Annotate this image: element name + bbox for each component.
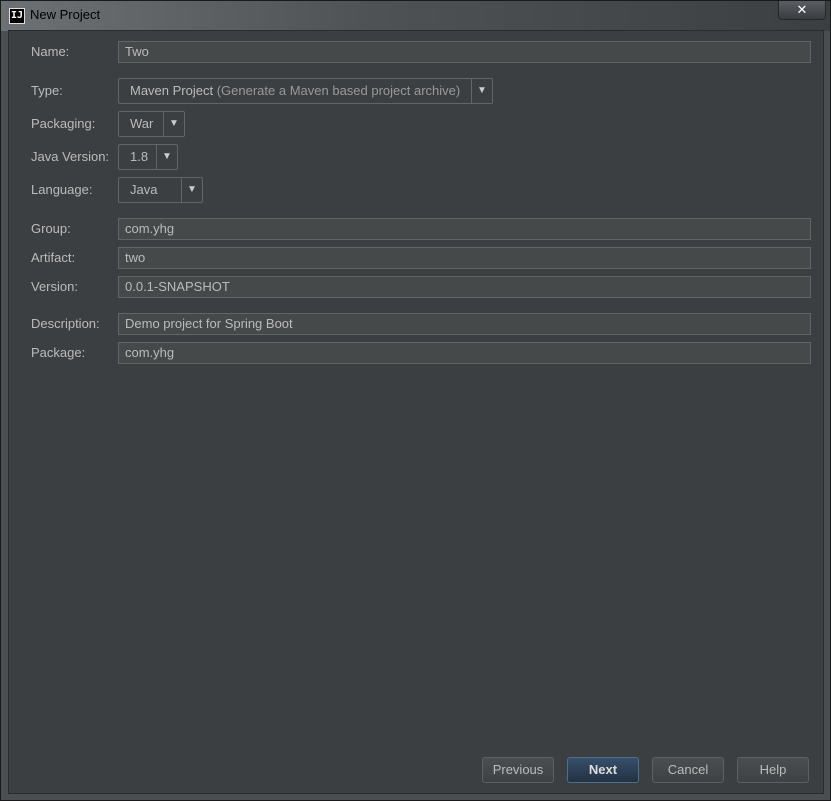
close-button[interactable]: ✕ [778, 1, 826, 20]
intellij-icon: IJ [9, 8, 25, 24]
chevron-down-icon[interactable]: ▼ [471, 79, 492, 103]
version-label: Version: [31, 279, 78, 294]
new-project-dialog: IJ New Project ✕ Name: Two Type: Maven P… [0, 0, 831, 801]
help-button[interactable]: Help [737, 757, 809, 783]
packaging-dropdown[interactable]: War ▼ [118, 111, 185, 137]
title-bar[interactable]: IJ New Project ✕ [1, 1, 830, 31]
package-field[interactable]: com.yhg [118, 342, 811, 364]
packaging-label: Packaging: [31, 116, 96, 131]
artifact-label: Artifact: [31, 250, 76, 265]
group-field[interactable]: com.yhg [118, 218, 811, 240]
cancel-button[interactable]: Cancel [652, 757, 724, 783]
language-label: Language: [31, 182, 93, 197]
name-label: Name: [31, 44, 70, 59]
dialog-content: Name: Two Type: Maven Project (Generate … [8, 30, 824, 794]
chevron-down-icon[interactable]: ▼ [156, 145, 177, 169]
type-value: Maven Project (Generate a Maven based pr… [130, 83, 461, 98]
description-label: Description: [31, 316, 100, 331]
name-field[interactable]: Two [118, 41, 811, 63]
java-version-dropdown[interactable]: 1.8 ▼ [118, 144, 178, 170]
type-dropdown[interactable]: Maven Project (Generate a Maven based pr… [118, 78, 493, 104]
java-version-value: 1.8 [130, 149, 149, 164]
package-label: Package: [31, 345, 86, 360]
close-icon: ✕ [796, 2, 808, 17]
group-label: Group: [31, 221, 71, 236]
chevron-down-icon[interactable]: ▼ [181, 178, 202, 202]
next-button[interactable]: Next [567, 757, 639, 783]
language-dropdown[interactable]: Java ▼ [118, 177, 203, 203]
chevron-down-icon[interactable]: ▼ [163, 112, 184, 136]
window-title: New Project [30, 7, 101, 22]
previous-button[interactable]: Previous [482, 757, 554, 783]
version-field[interactable]: 0.0.1-SNAPSHOT [118, 276, 811, 298]
packaging-value: War [130, 116, 154, 131]
artifact-field[interactable]: two [118, 247, 811, 269]
description-field[interactable]: Demo project for Spring Boot [118, 313, 811, 335]
language-value: Java [130, 182, 158, 197]
type-label: Type: [31, 83, 63, 98]
java-version-label: Java Version: [31, 149, 110, 164]
